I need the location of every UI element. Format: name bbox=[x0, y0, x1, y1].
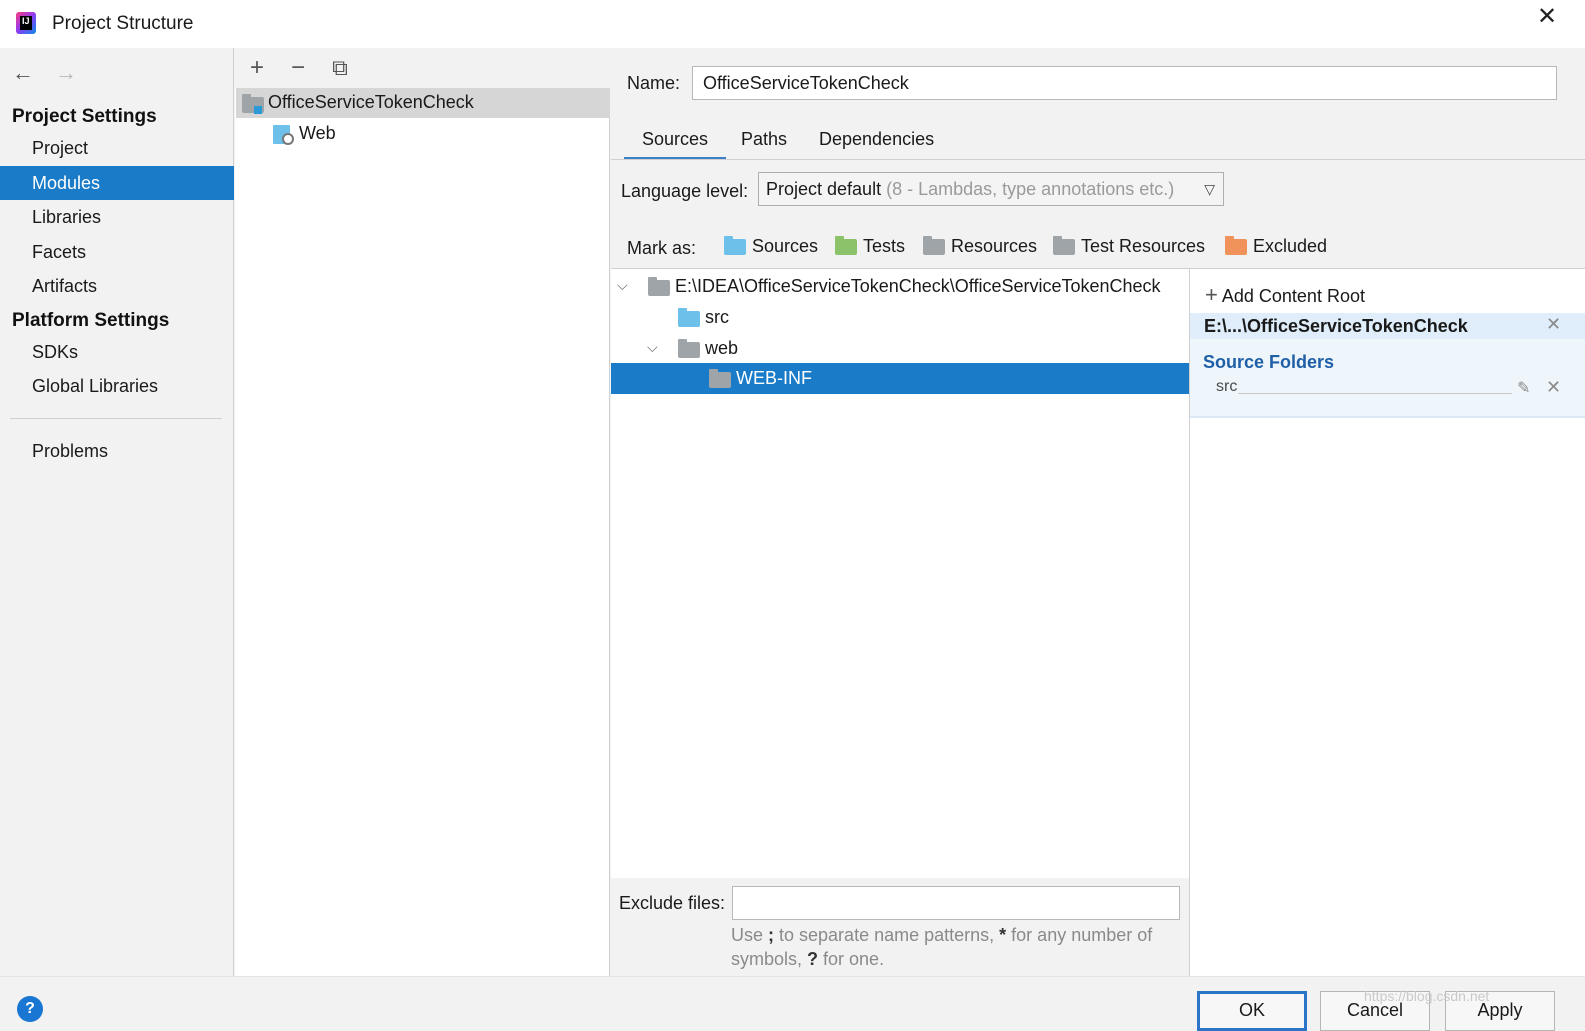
source-folder-underline bbox=[1238, 393, 1512, 394]
sidebar-item-facets[interactable]: Facets bbox=[0, 235, 234, 269]
sources-folder-icon bbox=[724, 235, 746, 255]
mark-excluded-button[interactable]: Excluded bbox=[1225, 235, 1328, 257]
title-bar bbox=[0, 0, 1585, 48]
module-name-input[interactable] bbox=[692, 66, 1557, 100]
add-module-button[interactable]: + bbox=[243, 54, 271, 82]
edit-pencil-icon[interactable]: ✎ bbox=[1517, 378, 1530, 398]
language-level-value: Project default bbox=[766, 179, 882, 199]
tab-dependencies[interactable]: Dependencies bbox=[801, 128, 952, 160]
mark-test-resources-button[interactable]: Test Resources bbox=[1053, 235, 1206, 257]
watermark-text: https://blog.csdn.net bbox=[1364, 988, 1490, 1004]
tree-row-src[interactable]: src bbox=[611, 302, 1189, 333]
add-content-root-label: Add Content Root bbox=[1221, 286, 1365, 306]
tree-row-web[interactable]: ⌵ web bbox=[611, 333, 1189, 364]
test-resources-folder-icon bbox=[1053, 235, 1075, 255]
folder-icon bbox=[678, 339, 700, 358]
root-path-label: E:\IDEA\OfficeServiceTokenCheck\OfficeSe… bbox=[675, 276, 1161, 296]
copy-module-button[interactable]: ⧉ bbox=[326, 54, 354, 82]
content-root-path: E:\...\OfficeServiceTokenCheck bbox=[1204, 316, 1468, 336]
source-folders-title: Source Folders bbox=[1203, 352, 1335, 372]
sidebar-item-global-libraries[interactable]: Global Libraries bbox=[0, 369, 234, 403]
mark-sources-button[interactable]: Sources bbox=[724, 235, 819, 257]
exclude-files-input[interactable] bbox=[732, 886, 1180, 920]
mark-tests-label: Tests bbox=[863, 236, 906, 256]
language-level-label: Language level: bbox=[621, 181, 749, 201]
src-folder-label: src bbox=[705, 307, 729, 327]
intellij-logo-icon: IJ bbox=[16, 12, 36, 34]
mark-sources-label: Sources bbox=[752, 236, 819, 256]
tab-paths[interactable]: Paths bbox=[723, 128, 805, 160]
language-level-hint: (8 - Lambdas, type annotations etc.) bbox=[886, 179, 1175, 199]
web-inf-folder-label: WEB-INF bbox=[736, 368, 812, 388]
mark-as-label: Mark as: bbox=[627, 238, 697, 258]
add-content-root-button[interactable]: + Add Content Root bbox=[1205, 282, 1365, 308]
sidebar-item-artifacts[interactable]: Artifacts bbox=[0, 269, 234, 303]
back-arrow-icon[interactable]: ← bbox=[12, 60, 34, 86]
close-button[interactable]: ✕ bbox=[1534, 4, 1560, 30]
tabs-divider bbox=[611, 159, 1585, 160]
globe-icon bbox=[282, 133, 294, 145]
tests-folder-icon bbox=[835, 235, 857, 255]
module-tree-panel bbox=[235, 48, 610, 976]
mark-test-resources-label: Test Resources bbox=[1081, 236, 1206, 256]
plus-icon: + bbox=[1205, 282, 1218, 307]
help-button[interactable]: ? bbox=[17, 996, 43, 1022]
excluded-folder-icon bbox=[1225, 235, 1247, 255]
tree-row-root[interactable]: ⌵ E:\IDEA\OfficeServiceTokenCheck\Office… bbox=[611, 271, 1189, 302]
mark-excluded-label: Excluded bbox=[1253, 236, 1328, 256]
sidebar-item-problems[interactable]: Problems bbox=[0, 434, 234, 468]
source-folder-icon bbox=[678, 308, 700, 327]
chevron-down-icon: ▽ bbox=[1204, 181, 1215, 197]
folder-icon bbox=[648, 277, 670, 296]
module-name-label: OfficeServiceTokenCheck bbox=[268, 92, 474, 112]
name-label: Name: bbox=[627, 73, 681, 93]
web-folder-label: web bbox=[705, 338, 739, 358]
forward-arrow-icon[interactable]: → bbox=[55, 60, 77, 86]
chevron-down-icon[interactable]: ⌵ bbox=[647, 339, 658, 356]
folder-icon bbox=[709, 369, 731, 388]
window-title: Project Structure bbox=[52, 13, 194, 34]
mark-resources-button[interactable]: Resources bbox=[923, 235, 1038, 257]
ok-button[interactable]: OK bbox=[1197, 991, 1307, 1031]
module-badge-icon bbox=[254, 106, 262, 114]
exclude-files-hint: Use ; to separate name patterns, * for a… bbox=[731, 925, 1153, 969]
mark-tests-button[interactable]: Tests bbox=[835, 235, 906, 257]
remove-module-button[interactable]: − bbox=[284, 54, 312, 82]
tab-sources[interactable]: Sources bbox=[624, 128, 727, 160]
chevron-down-icon[interactable]: ⌵ bbox=[617, 277, 628, 294]
source-folder-entry[interactable]: src bbox=[1216, 378, 1237, 396]
project-settings-header: Project Settings bbox=[12, 106, 157, 127]
resources-folder-icon bbox=[923, 235, 945, 255]
remove-source-folder-icon[interactable]: ✕ bbox=[1546, 377, 1561, 398]
language-level-select[interactable]: Project default (8 - Lambdas, type annot… bbox=[758, 172, 1224, 206]
platform-settings-header: Platform Settings bbox=[12, 310, 170, 331]
mark-resources-label: Resources bbox=[951, 236, 1038, 256]
sidebar-item-project[interactable]: Project bbox=[0, 131, 234, 165]
sidebar-item-libraries[interactable]: Libraries bbox=[0, 200, 234, 234]
remove-content-root-icon[interactable]: ✕ bbox=[1546, 314, 1561, 335]
sidebar-item-modules[interactable]: Modules bbox=[0, 166, 234, 200]
tree-row-web-inf[interactable]: WEB-INF bbox=[611, 363, 1189, 394]
sidebar-divider bbox=[10, 418, 222, 419]
sidebar-item-sdks[interactable]: SDKs bbox=[0, 335, 234, 369]
facet-name-label[interactable]: Web bbox=[299, 123, 336, 144]
exclude-files-label: Exclude files: bbox=[619, 893, 726, 913]
